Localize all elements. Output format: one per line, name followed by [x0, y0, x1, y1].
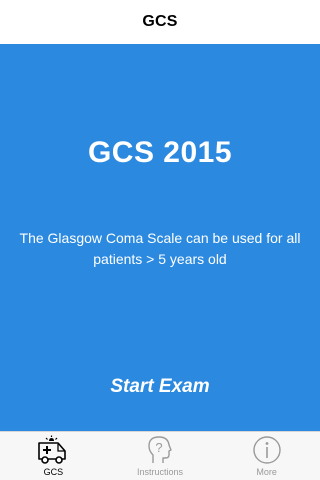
tab-bar: GCS ? Instructions More — [0, 431, 320, 480]
description-text: The Glasgow Coma Scale can be used for a… — [19, 230, 301, 267]
tab-label-instructions: Instructions — [136, 467, 184, 477]
tab-gcs[interactable]: GCS — [0, 432, 107, 480]
tab-label-more: More — [256, 467, 277, 477]
app-screen: GCS GCS 2015 The Glasgow Coma Scale can … — [0, 0, 320, 480]
main-content: GCS 2015 The Glasgow Coma Scale can be u… — [0, 44, 320, 431]
tab-more[interactable]: More — [213, 432, 320, 480]
ambulance-icon — [36, 434, 70, 466]
tab-label-gcs: GCS — [43, 467, 64, 477]
start-exam-button[interactable]: Start Exam — [60, 371, 260, 403]
nav-title: GCS — [142, 13, 178, 30]
question-head-icon: ? — [143, 434, 177, 466]
navigation-bar: GCS — [0, 0, 320, 44]
info-icon — [250, 434, 284, 466]
tab-instructions[interactable]: ? Instructions — [107, 432, 214, 480]
svg-text:?: ? — [155, 440, 162, 455]
page-title: GCS 2015 — [87, 136, 233, 169]
